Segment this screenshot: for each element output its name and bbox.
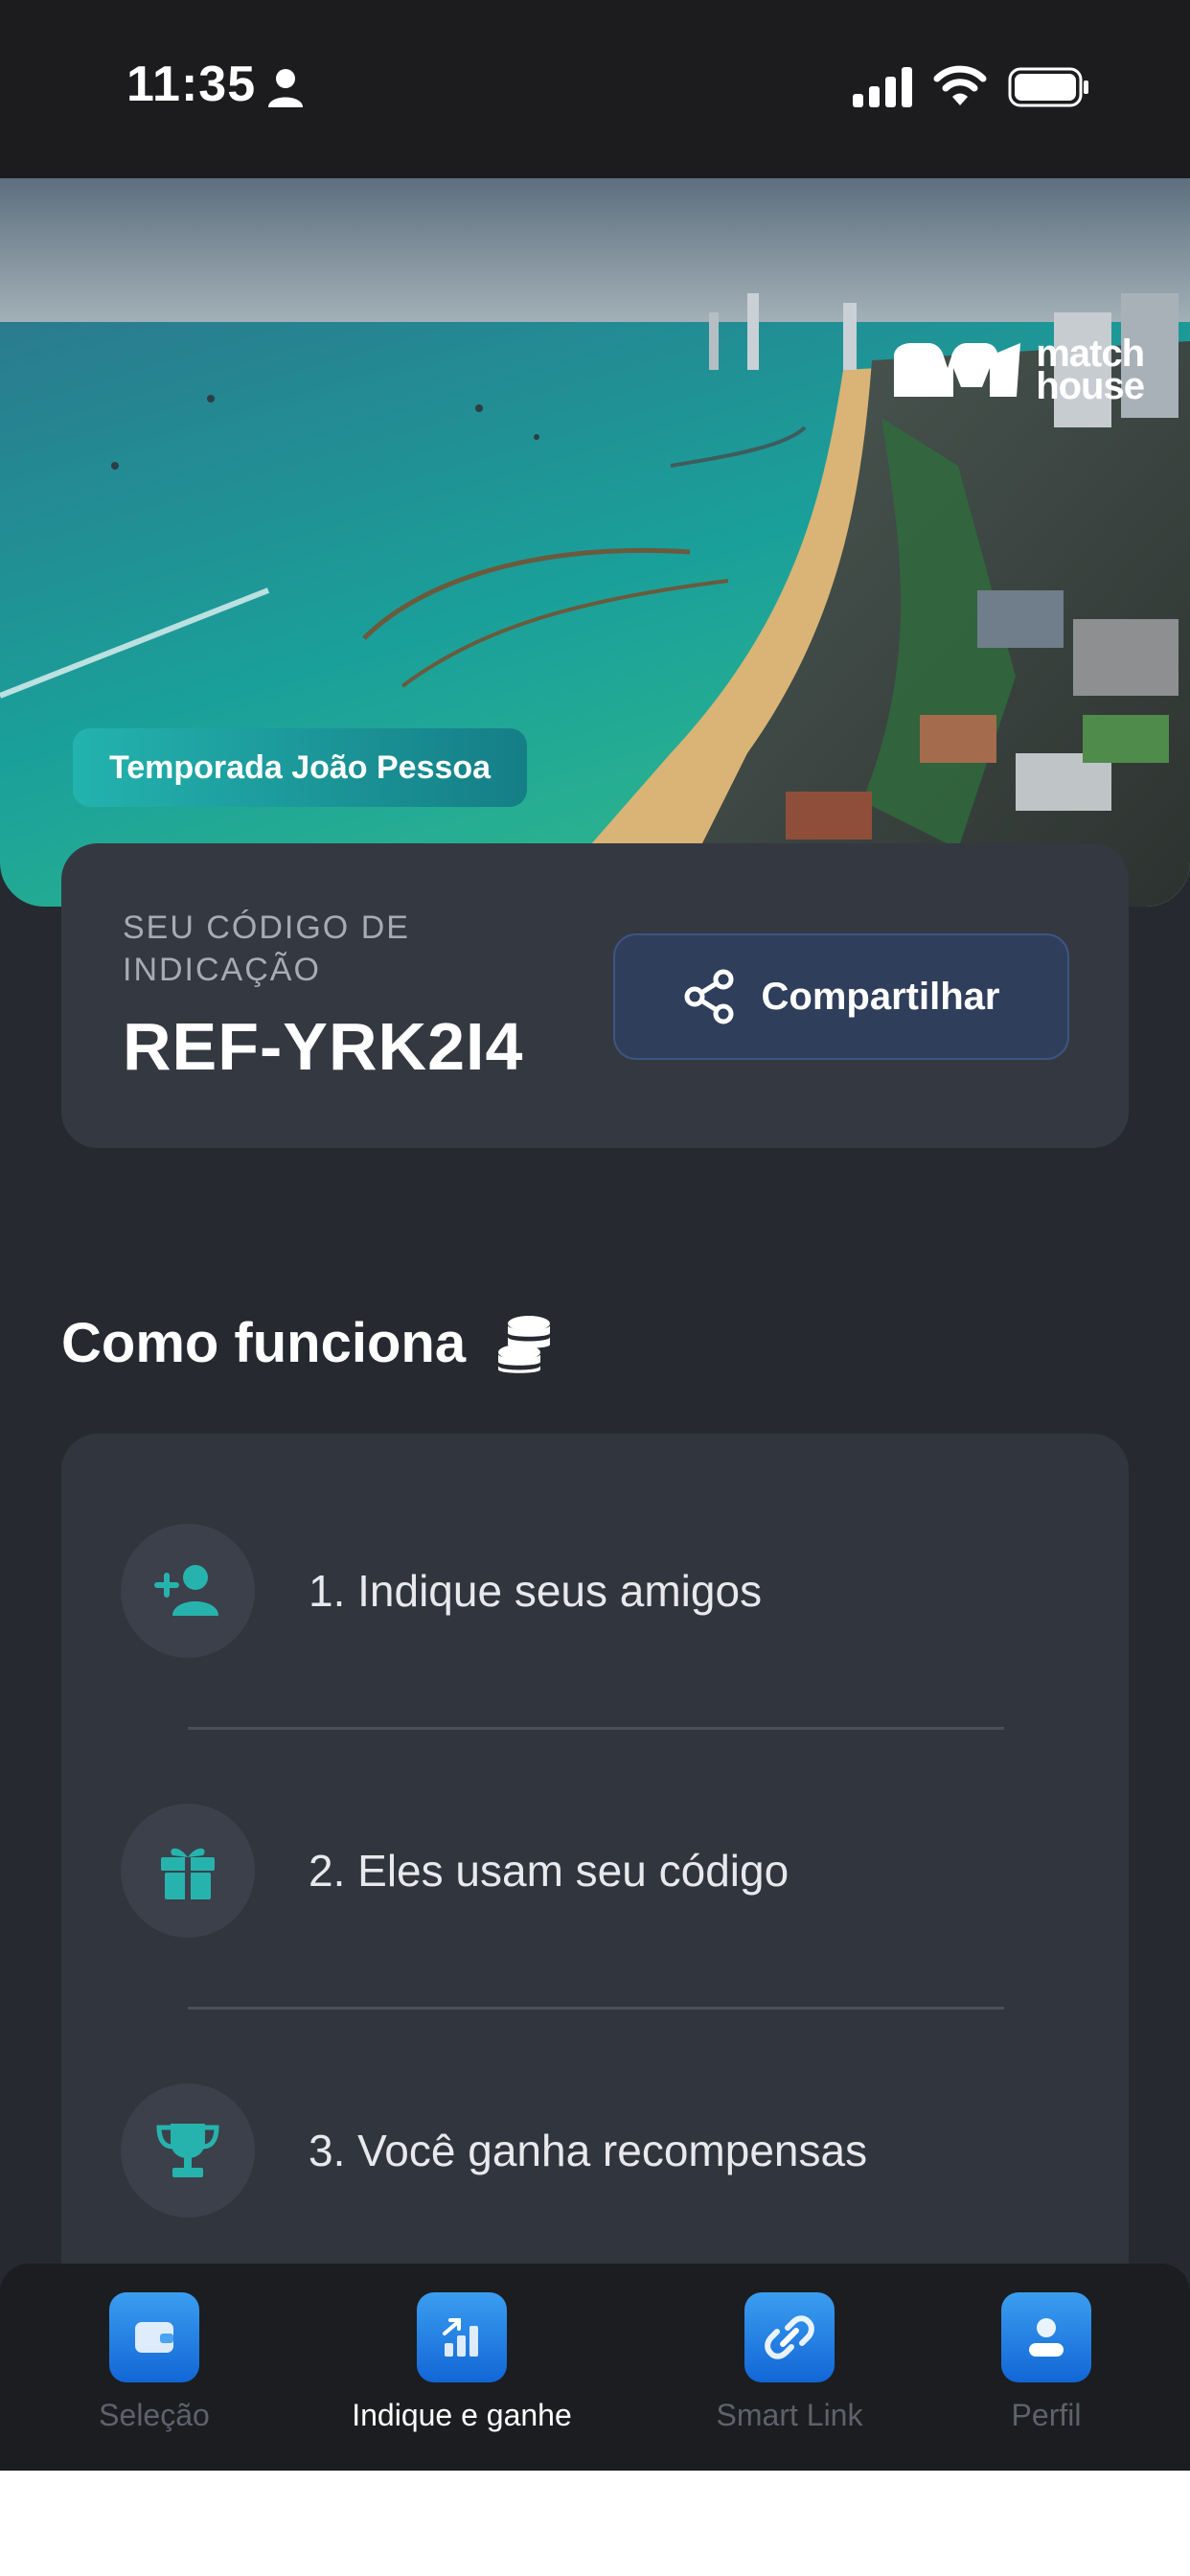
nav-item-smart-link[interactable]: Smart Link [665,2292,914,2436]
match-house-logo-mark [894,343,1021,397]
share-icon [684,969,734,1024]
nav-label: Indique e ganhe [352,2398,572,2432]
wallet-icon [135,2322,173,2353]
chart-up-icon [443,2318,478,2357]
battery-icon [1008,67,1088,107]
coins-icon [498,1315,551,1373]
person-icon [268,69,303,107]
match-house-wordmark: match house [1036,334,1145,407]
nav-icon-container [744,2292,835,2382]
step-icon-container [121,2083,255,2218]
season-badge[interactable]: Temporada João Pessoa [73,728,528,807]
nav-item-perfil[interactable]: Perfil [922,2292,1171,2436]
step-icon-container [121,1804,255,1938]
nav-item-indique-e-ganhe[interactable]: Indique e ganhe [337,2292,586,2436]
nav-label: Perfil [1011,2398,1082,2432]
step-item-3: 3. Você ganha recompensas [121,2083,1069,2218]
how-it-works-title: Como funciona [61,1311,552,1375]
gift-icon [161,1848,215,1899]
profile-icon [1029,2318,1064,2357]
step-label: 2. Eles usam seu código [309,1846,790,1896]
step-item-1: 1. Indique seus amigos [121,1524,1069,1658]
trophy-icon [156,2124,219,2177]
nav-icon-container [1001,2292,1091,2382]
share-button-label: Compartilhar [761,975,1000,1018]
cellular-signal-icon [853,67,912,107]
referral-code-value: REF-YRK2I4 [123,1009,524,1084]
brand-line-2: house [1036,365,1145,407]
nav-item-selecao[interactable]: Seleção [30,2292,279,2436]
how-it-works-title-text: Como funciona [61,1312,467,1374]
link-icon [765,2315,814,2359]
referral-code-card: SEU CÓDIGO DE INDICAÇÃO REF-YRK2I4 Compa… [61,843,1129,1148]
step-item-2: 2. Eles usam seu código [121,1804,1069,1938]
status-time: 11:35 [126,57,257,112]
step-icon-container [121,1524,255,1658]
wifi-icon [933,65,987,105]
step-label: 1. Indique seus amigos [309,1566,763,1616]
referral-code-caption: SEU CÓDIGO DE INDICAÇÃO [123,909,410,988]
nav-icon-container [109,2292,199,2382]
share-button[interactable]: Compartilhar [613,933,1069,1060]
step-divider [188,2007,1004,2010]
nav-label: Smart Link [716,2398,863,2432]
match-house-logo: match house [890,334,1145,407]
nav-label: Seleção [99,2398,210,2432]
bottom-navigation: Seleção Indique e ganhe Smart Link Perfi… [0,2264,1190,2471]
step-divider [188,1727,1004,1730]
status-bar: 11:35 [0,0,1190,178]
hero-banner: match house Temporada João Pessoa [0,178,1190,907]
nav-icon-container [417,2292,507,2382]
add-user-icon [154,1565,218,1616]
step-label: 3. Você ganha recompensas [309,2126,868,2175]
app-screen: 11:35 match house Temporada João Pessoa … [0,0,1190,2471]
